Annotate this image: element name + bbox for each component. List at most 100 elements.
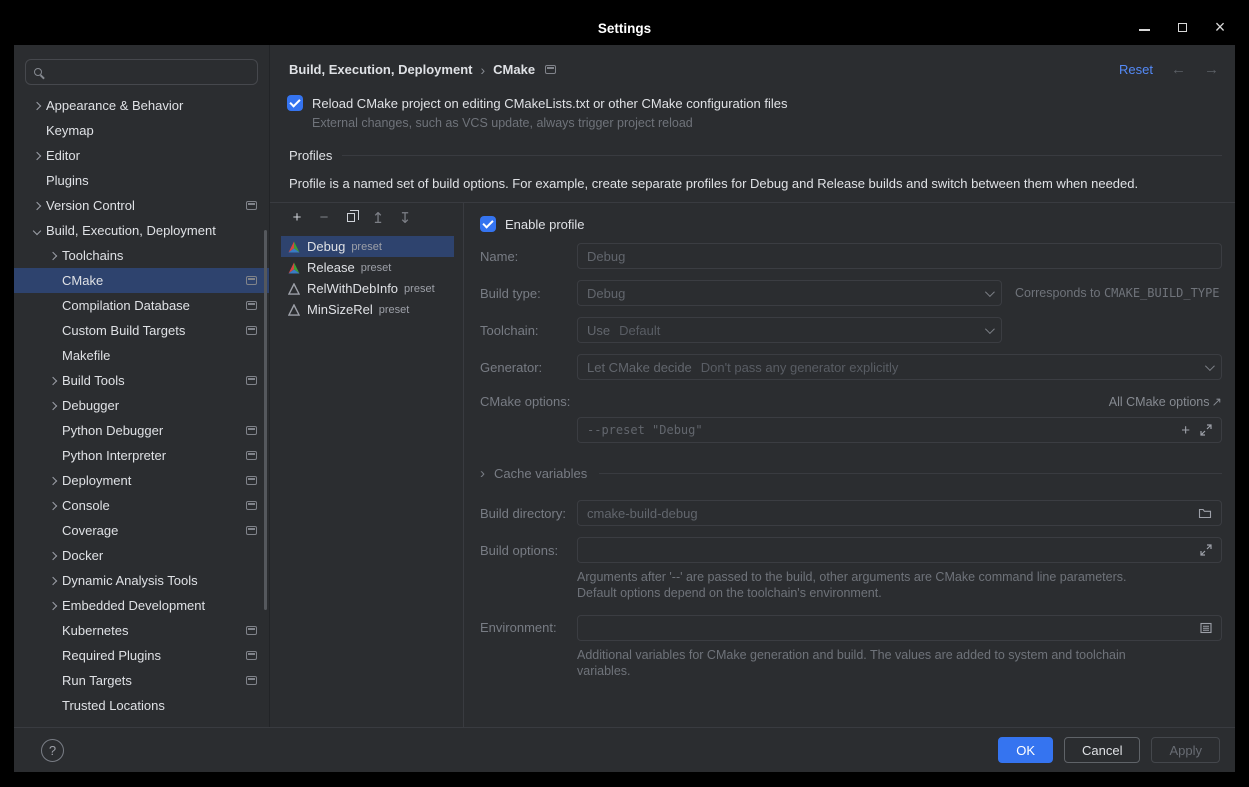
breadcrumb-item-parent[interactable]: Build, Execution, Deployment	[289, 62, 472, 77]
generator-value: Let CMake decide	[587, 360, 692, 375]
build-options-field[interactable]	[577, 537, 1222, 563]
close-button[interactable]: ×	[1213, 20, 1227, 34]
expand-icon[interactable]	[1200, 424, 1212, 436]
build-type-select[interactable]: Debug	[577, 280, 1002, 306]
minimize-button[interactable]	[1137, 20, 1151, 34]
toolchain-select[interactable]: Use Default	[577, 317, 1002, 343]
sidebar-item-editor[interactable]: Editor	[14, 143, 269, 168]
toolchain-row: Toolchain: Use Default	[480, 317, 1222, 343]
sidebar-item-label: Embedded Development	[62, 598, 205, 613]
folder-icon[interactable]	[1198, 507, 1212, 519]
sidebar-item-label: Build Tools	[62, 373, 125, 388]
sidebar-item-coverage[interactable]: Coverage	[14, 518, 269, 543]
content-row: Appearance & BehaviorKeymapEditorPlugins…	[14, 45, 1235, 727]
sidebar-scrollbar[interactable]	[264, 230, 267, 610]
sidebar-item-label: Kubernetes	[62, 623, 129, 638]
sidebar-item-label: Python Interpreter	[62, 448, 166, 463]
profile-item-release[interactable]: Releasepreset	[281, 257, 454, 278]
variables-list-icon[interactable]	[1200, 622, 1212, 634]
build-options-hint-line1: Arguments after '--' are passed to the b…	[577, 569, 1222, 585]
sidebar-item-dynamic-analysis-tools[interactable]: Dynamic Analysis Tools	[14, 568, 269, 593]
sidebar-item-embedded-development[interactable]: Embedded Development	[14, 593, 269, 618]
environment-hint-line1: Additional variables for CMake generatio…	[577, 647, 1222, 663]
profiles-list: DebugpresetReleasepresetRelWithDebInfopr…	[270, 232, 463, 320]
chevron-right-icon	[28, 203, 46, 209]
chevron-right-icon	[44, 553, 62, 559]
breadcrumb-item-current[interactable]: CMake	[493, 62, 535, 77]
per-project-settings-icon	[246, 301, 257, 310]
sidebar-item-version-control[interactable]: Version Control	[14, 193, 269, 218]
sidebar-item-console[interactable]: Console	[14, 493, 269, 518]
help-button[interactable]: ?	[41, 739, 64, 762]
generator-select[interactable]: Let CMake decide Don't pass any generato…	[577, 354, 1222, 380]
build-type-row: Build type: Debug Corresponds to CMAKE_B…	[480, 280, 1222, 306]
profile-item-relwithdebinfo[interactable]: RelWithDebInfopreset	[281, 278, 454, 299]
forward-icon[interactable]: →	[1204, 61, 1219, 78]
ok-button[interactable]: OK	[998, 737, 1053, 763]
sidebar-item-cmake[interactable]: CMake	[14, 268, 269, 293]
sidebar-item-custom-build-targets[interactable]: Custom Build Targets	[14, 318, 269, 343]
per-project-settings-icon	[246, 451, 257, 460]
sidebar-item-keymap[interactable]: Keymap	[14, 118, 269, 143]
environment-field[interactable]	[577, 615, 1222, 641]
move-up-icon: ↥	[372, 209, 385, 227]
maximize-button[interactable]	[1175, 20, 1189, 34]
sidebar-item-kubernetes[interactable]: Kubernetes	[14, 618, 269, 643]
sidebar-item-required-plugins[interactable]: Required Plugins	[14, 643, 269, 668]
remove-profile-button[interactable]: −	[313, 207, 335, 229]
environment-row: Environment:	[480, 615, 1222, 641]
sidebar-item-python-interpreter[interactable]: Python Interpreter	[14, 443, 269, 468]
chevron-right-icon	[28, 103, 46, 109]
window-title: Settings	[598, 21, 651, 36]
per-project-settings-icon	[246, 426, 257, 435]
sidebar-item-debugger[interactable]: Debugger	[14, 393, 269, 418]
enable-profile-checkbox[interactable]	[480, 216, 496, 232]
reset-link[interactable]: Reset	[1119, 62, 1153, 77]
reload-cmake-checkbox[interactable]	[287, 95, 303, 111]
apply-button[interactable]: Apply	[1151, 737, 1220, 763]
profile-item-debug[interactable]: Debugpreset	[281, 236, 454, 257]
per-project-settings-icon	[246, 676, 257, 685]
cancel-button[interactable]: Cancel	[1064, 737, 1140, 763]
sidebar-item-docker[interactable]: Docker	[14, 543, 269, 568]
add-option-icon[interactable]: +	[1181, 423, 1190, 438]
sidebar-item-label: Version Control	[46, 198, 135, 213]
name-label: Name:	[480, 249, 577, 264]
sidebar-item-run-targets[interactable]: Run Targets	[14, 668, 269, 693]
profile-name: Debug	[307, 239, 345, 254]
copy-profile-button[interactable]	[340, 207, 362, 229]
add-profile-button[interactable]: +	[286, 207, 308, 229]
cmake-options-field[interactable]: --preset "Debug" +	[577, 417, 1222, 443]
sidebar-item-label: Python Debugger	[62, 423, 163, 438]
sidebar-item-trusted-locations[interactable]: Trusted Locations	[14, 693, 269, 718]
move-up-button[interactable]: ↥	[367, 207, 389, 229]
name-field[interactable]: Debug	[577, 243, 1222, 269]
sidebar-item-appearance-behavior[interactable]: Appearance & Behavior	[14, 93, 269, 118]
sidebar-item-toolchains[interactable]: Toolchains	[14, 243, 269, 268]
all-cmake-options-link[interactable]: All CMake options↗	[1109, 394, 1222, 409]
profile-item-minsizerel[interactable]: MinSizeRelpreset	[281, 299, 454, 320]
settings-search[interactable]	[25, 59, 258, 85]
sidebar-item-build-tools[interactable]: Build Tools	[14, 368, 269, 393]
sidebar-item-plugins[interactable]: Plugins	[14, 168, 269, 193]
sidebar-item-deployment[interactable]: Deployment	[14, 468, 269, 493]
per-project-settings-icon	[246, 201, 257, 210]
build-directory-field[interactable]: cmake-build-debug	[577, 500, 1222, 526]
sidebar-item-build-execution-deployment[interactable]: Build, Execution, Deployment	[14, 218, 269, 243]
reload-cmake-label: Reload CMake project on editing CMakeLis…	[312, 96, 787, 111]
enable-profile-row[interactable]: Enable profile	[480, 216, 1222, 232]
sidebar-item-compilation-database[interactable]: Compilation Database	[14, 293, 269, 318]
sidebar-item-makefile[interactable]: Makefile	[14, 343, 269, 368]
back-icon[interactable]: ←	[1171, 61, 1186, 78]
move-down-button[interactable]: ↧	[394, 207, 416, 229]
name-row: Name: Debug	[480, 243, 1222, 269]
reload-cmake-row[interactable]: Reload CMake project on editing CMakeLis…	[287, 95, 1216, 111]
per-project-settings-icon	[246, 376, 257, 385]
sidebar-item-python-debugger[interactable]: Python Debugger	[14, 418, 269, 443]
expand-icon[interactable]	[1200, 544, 1212, 556]
cache-variables-section[interactable]: › Cache variables	[480, 465, 1222, 482]
header-row: Build, Execution, Deployment › CMake Res…	[270, 45, 1235, 78]
profiles-list-panel: + − ↥ ↧ DebugpresetReleasepresetRelWithD…	[270, 203, 464, 727]
cmake-options-value: --preset "Debug"	[587, 423, 703, 437]
search-input[interactable]	[49, 65, 249, 80]
